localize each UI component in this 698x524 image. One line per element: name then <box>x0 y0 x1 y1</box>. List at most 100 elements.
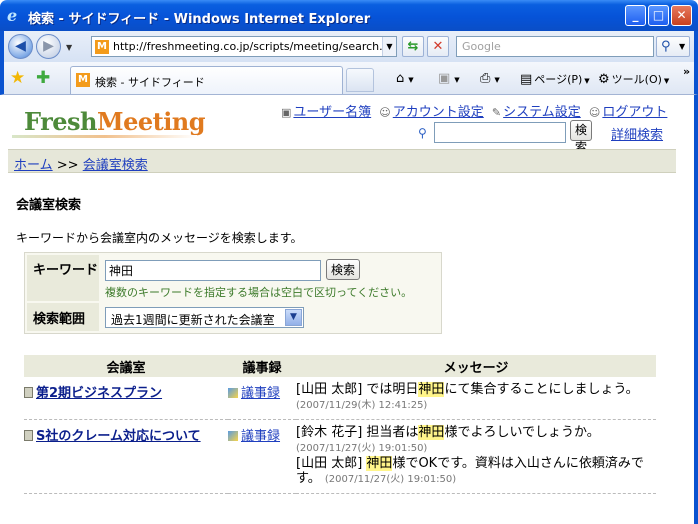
search-icon: ⚲ <box>661 39 671 54</box>
window-right-border <box>694 95 698 524</box>
users-link[interactable]: ユーザー名簿 <box>293 105 371 120</box>
users-icon: ▣ <box>281 106 292 119</box>
range-select-value: 過去1週間に更新された会議室 <box>111 313 275 327</box>
search-form: キーワード 検索 複数のキーワードを指定する場合は空白で区切ってください。 検索… <box>24 252 442 334</box>
keyword-highlight: 神田 <box>418 382 445 397</box>
title-bar: e 検索 - サイドフィード - Windows Internet Explor… <box>0 0 698 31</box>
address-url: http://freshmeeting.co.jp/scripts/meetin… <box>113 40 397 53</box>
web-search-input[interactable]: Google <box>456 36 654 57</box>
more-commands-icon[interactable]: » <box>683 65 690 78</box>
minutes-link[interactable]: 議事録 <box>228 386 280 401</box>
keyword-label: キーワード <box>27 255 99 301</box>
minutes-label: 議事録 <box>241 429 281 444</box>
chevron-down-icon: ▼ <box>679 42 686 51</box>
account-icon: ☺ <box>379 106 391 119</box>
range-label: 検索範囲 <box>27 303 99 331</box>
minutes-link[interactable]: 議事録 <box>228 429 280 444</box>
window-title: 検索 - サイドフィード - Windows Internet Explorer <box>28 12 371 27</box>
room-name: S社のクレーム対応について <box>36 429 201 444</box>
account-link[interactable]: アカウント設定 <box>393 105 484 120</box>
breadcrumb-separator: >> <box>56 158 79 173</box>
logout-icon: ☺ <box>588 106 601 119</box>
message-text: にて集合することにしましょう。 <box>444 382 639 397</box>
site-logo[interactable]: FreshMeeting <box>24 107 206 136</box>
search-icon: ⚲ <box>418 126 427 140</box>
table-row: S社のクレーム対応について 議事録 [鈴木 花子] 担当者は神田様でよろしいでし… <box>24 419 656 494</box>
back-button[interactable]: ◀ <box>8 34 33 59</box>
header-minutes: 議事録 <box>228 355 296 377</box>
minutes-label: 議事録 <box>241 386 281 401</box>
message-cell: [鈴木 花子] 担当者は神田様でよろしいでしょうか。 (2007/11/27(火… <box>296 419 656 494</box>
chevron-down-icon[interactable]: ▼ <box>285 309 302 326</box>
favorites-star-icon[interactable]: ★ <box>10 68 25 88</box>
keyword-search-button[interactable]: 検索 <box>326 259 361 280</box>
advanced-search-link[interactable]: 詳細検索 <box>611 124 663 143</box>
system-link[interactable]: システム設定 <box>503 105 581 120</box>
keyword-highlight: 神田 <box>366 456 393 471</box>
minutes-icon <box>228 431 238 441</box>
page-title: 会議室検索 <box>16 198 82 213</box>
breadcrumb-home-link[interactable]: ホーム <box>14 158 53 173</box>
logo-underline <box>12 135 197 138</box>
web-search-placeholder: Google <box>462 40 501 53</box>
history-dropdown-icon[interactable]: ▼ <box>66 43 72 52</box>
breadcrumb-current-link[interactable]: 会議室検索 <box>83 158 148 173</box>
address-field[interactable]: M http://freshmeeting.co.jp/scripts/meet… <box>91 36 397 57</box>
home-button[interactable]: ⌂ ▼ <box>396 71 414 86</box>
logo-fresh: Fresh <box>24 107 98 136</box>
tab-label: 検索 - サイドフィード <box>95 76 205 89</box>
table-row: 第2期ビジネスプラン 議事録 [山田 太郎] では明日神田にて集合することにしま… <box>24 377 656 420</box>
header-message: メッセージ <box>296 355 656 377</box>
room-link[interactable]: S社のクレーム対応について <box>24 429 201 444</box>
message-item: [山田 太郎] では明日神田にて集合することにしましょう。 (2007/11/2… <box>296 382 656 413</box>
feeds-button[interactable]: ▣ ▼ <box>438 71 460 86</box>
ie-logo-icon: e <box>7 6 18 25</box>
breadcrumb: ホーム >> 会議室検索 <box>8 149 676 173</box>
refresh-button[interactable]: ⇆ <box>402 36 424 57</box>
site-search-button[interactable]: 検索 <box>570 120 593 154</box>
logo-meeting: Meeting <box>97 107 206 136</box>
tools-menu[interactable]: ⚙ ツール(O) ▼ <box>598 71 669 87</box>
add-favorites-icon[interactable]: ✚ <box>36 68 50 88</box>
site-favicon-icon: M <box>95 40 109 54</box>
logout-link[interactable]: ログアウト <box>602 105 667 120</box>
address-dropdown-icon[interactable]: ▼ <box>382 37 396 56</box>
print-button[interactable]: ⎙ ▼ <box>480 71 500 86</box>
room-icon <box>24 387 33 398</box>
tab-favicon-icon: M <box>76 73 90 87</box>
address-bar-row: ◀ ▶ ▼ M http://freshmeeting.co.jp/script… <box>0 31 698 62</box>
web-search-button[interactable]: ⚲ ▼ <box>656 36 690 57</box>
page-description: キーワードから会議室内のメッセージを検索します。 <box>16 231 303 245</box>
stop-button[interactable]: ✕ <box>427 36 449 57</box>
command-bar: ★ ✚ M 検索 - サイドフィード ⌂ ▼ ▣ ▼ ⎙ ▼ ▤ ページ(P) ▼ ⚙ ツー… <box>0 62 698 95</box>
minutes-icon <box>228 388 238 398</box>
message-cell: [山田 太郎] では明日神田にて集合することにしましょう。 (2007/11/2… <box>296 377 656 420</box>
message-text: [山田 太郎] <box>296 456 367 471</box>
keyword-hint: 複数のキーワードを指定する場合は空白で区切ってください。 <box>105 286 413 299</box>
message-text: [山田 太郎] では明日 <box>296 382 419 397</box>
header-room: 会議室 <box>24 355 228 377</box>
close-button[interactable]: ✕ <box>671 5 692 26</box>
page-menu-label: ページ(P) <box>534 73 583 86</box>
site-search-input[interactable] <box>434 122 566 143</box>
message-timestamp: (2007/11/27(火) 19:01:50) <box>324 474 457 485</box>
keyword-highlight: 神田 <box>418 425 445 440</box>
page-content: FreshMeeting ▣ ユーザー名簿 ☺ アカウント設定 ✎ システム設定 ☺ ロ… <box>4 95 694 524</box>
tools-menu-label: ツール(O) <box>611 73 662 86</box>
top-links: ▣ ユーザー名簿 ☺ アカウント設定 ✎ システム設定 ☺ ログアウト <box>281 101 671 120</box>
room-icon <box>24 430 33 441</box>
forward-button[interactable]: ▶ <box>36 34 61 59</box>
browser-tab[interactable]: M 検索 - サイドフィード <box>70 66 343 94</box>
minimize-button[interactable]: _ <box>625 5 646 26</box>
page-menu[interactable]: ▤ ページ(P) ▼ <box>520 71 590 87</box>
message-item: [山田 太郎] 神田様でOKです。資料は入山さんに依頼済みです。 (2007/1… <box>296 456 656 487</box>
keyword-input[interactable] <box>105 260 321 281</box>
message-item: [鈴木 花子] 担当者は神田様でよろしいでしょうか。 (2007/11/27(火… <box>296 425 656 456</box>
room-link[interactable]: 第2期ビジネスプラン <box>24 386 162 401</box>
message-text: 様でよろしいでしょうか。 <box>444 425 600 440</box>
message-timestamp: (2007/11/29(木) 12:41:25) <box>296 400 428 411</box>
range-select[interactable]: 過去1週間に更新された会議室 ▼ <box>105 307 304 328</box>
new-tab-button[interactable] <box>346 68 374 92</box>
maximize-button[interactable]: □ <box>648 5 669 26</box>
room-name: 第2期ビジネスプラン <box>36 386 163 401</box>
